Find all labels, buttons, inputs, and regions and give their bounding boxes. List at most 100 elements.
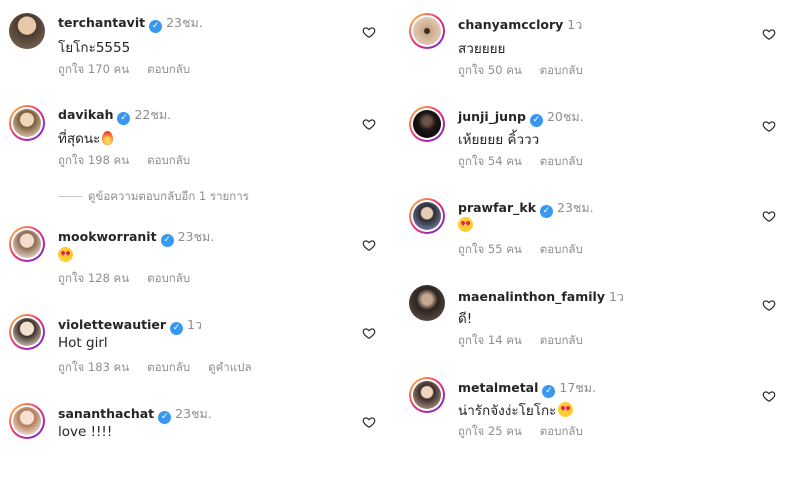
comment-text xyxy=(58,247,73,264)
reply-button[interactable]: ตอบกลับ xyxy=(540,424,583,438)
comment-item: sananthachat ✓ 23ชม. love !!!! xyxy=(0,392,400,482)
comment-text: ที่สุดนะ xyxy=(58,127,114,149)
timestamp: 23ชม. xyxy=(166,15,203,30)
timestamp: 1ว xyxy=(187,317,202,332)
reply-button[interactable]: ตอบกลับ xyxy=(147,153,190,167)
like-heart-icon[interactable] xyxy=(362,117,376,131)
username[interactable]: metalmetal xyxy=(458,380,538,395)
translate-button[interactable]: ดูคำแปล xyxy=(208,360,251,374)
avatar[interactable] xyxy=(409,198,445,234)
like-heart-icon[interactable] xyxy=(762,298,776,312)
likes-count[interactable]: ถูกใจ 170 คน xyxy=(58,62,129,76)
username[interactable]: junji_junp xyxy=(458,109,526,124)
timestamp: 23ชม. xyxy=(557,200,594,215)
comment-text xyxy=(458,217,473,234)
avatar[interactable] xyxy=(9,314,45,350)
timestamp: 22ชม. xyxy=(134,107,172,122)
reply-button[interactable]: ตอบกลับ xyxy=(147,62,190,76)
like-heart-icon[interactable] xyxy=(762,209,776,223)
comment-item: mookworranit ✓ 23ชม. ถูกใจ 128 คน ตอบกลับ xyxy=(0,215,400,305)
avatar-image xyxy=(413,17,441,45)
likes-count[interactable]: ถูกใจ 55 คน xyxy=(458,242,522,256)
like-heart-icon[interactable] xyxy=(762,389,776,403)
like-heart-icon[interactable] xyxy=(362,415,376,429)
avatar[interactable] xyxy=(409,106,445,142)
avatar[interactable] xyxy=(9,226,45,262)
timestamp: 1ว xyxy=(567,17,583,32)
avatar-image xyxy=(9,13,45,49)
avatar-image xyxy=(13,230,41,258)
likes-count[interactable]: ถูกใจ 128 คน xyxy=(58,271,129,285)
comment-item: chanyamcclory 1ว สวยยยย ถูกใจ 50 คน ตอบกลั… xyxy=(400,0,800,90)
comments-column-left: terchantavit ✓ 23ชม. โยโกะ5555 ถูกใจ 170 ค… xyxy=(0,0,400,450)
avatar-image xyxy=(13,109,41,137)
like-heart-icon[interactable] xyxy=(362,326,376,340)
replies-divider xyxy=(58,196,82,197)
comment-text: Hot girl xyxy=(58,335,108,351)
username[interactable]: prawfar_kk xyxy=(458,200,536,215)
avatar[interactable] xyxy=(9,105,45,141)
comment-header: mookworranit ✓ 23ชม. xyxy=(58,227,214,247)
username[interactable]: maenalinthon_family xyxy=(458,289,605,304)
heart-eyes-emoji-icon xyxy=(458,217,473,232)
view-replies-label: ดูข้อความตอบกลับอีก 1 รายการ xyxy=(88,189,249,203)
likes-count[interactable]: ถูกใจ 25 คน xyxy=(458,424,522,438)
likes-count[interactable]: ถูกใจ 183 คน xyxy=(58,360,129,374)
comment-text: เห้ยยยย คิ้ววว xyxy=(458,132,540,148)
avatar-image xyxy=(13,407,41,435)
view-replies-button[interactable]: ดูข้อความตอบกลับอีก 1 รายการ xyxy=(58,188,249,206)
comment-item: metalmetal ✓ 17ชม. น่ารักจังง่ะโยโกะ ถูกใจ… xyxy=(400,368,800,458)
avatar[interactable] xyxy=(409,377,445,413)
avatar[interactable] xyxy=(409,13,445,49)
reply-button[interactable]: ตอบกลับ xyxy=(540,333,583,347)
comment-meta: ถูกใจ 14 คน ตอบกลับ xyxy=(458,332,601,350)
username[interactable]: davikah xyxy=(58,107,113,122)
reply-button[interactable]: ตอบกลับ xyxy=(540,63,583,77)
avatar[interactable] xyxy=(9,13,45,49)
like-heart-icon[interactable] xyxy=(762,27,776,41)
username[interactable]: sananthachat xyxy=(58,406,154,421)
comment-meta: ถูกใจ 183 คน ตอบกลับ ดูคำแปล xyxy=(58,359,270,377)
comment-header: terchantavit ✓ 23ชม. xyxy=(58,13,203,33)
avatar-image xyxy=(413,110,441,138)
verified-badge-icon: ✓ xyxy=(117,112,131,125)
comment-header: violettewautier ✓ 1ว xyxy=(58,315,202,335)
comment-header: davikah ✓ 22ชม. xyxy=(58,105,171,125)
comment-item: junji_junp ✓ 20ชม. เห้ยยยย คิ้ววว ถูกใจ 54… xyxy=(400,95,800,185)
comment-item: prawfar_kk ✓ 23ชม. ถูกใจ 55 คน ตอบกลับ xyxy=(400,190,800,280)
reply-button[interactable]: ตอบกลับ xyxy=(147,360,190,374)
comment-item: davikah ✓ 22ชม. ที่สุดนะ ถูกใจ 198 คน ตอบกล… xyxy=(0,95,400,185)
likes-count[interactable]: ถูกใจ 50 คน xyxy=(458,63,522,77)
comment-text: สวยยยย xyxy=(458,41,506,57)
likes-count[interactable]: ถูกใจ 54 คน xyxy=(458,154,522,168)
reply-button[interactable]: ตอบกลับ xyxy=(540,154,583,168)
verified-badge-icon: ✓ xyxy=(529,114,543,127)
timestamp: 20ชม. xyxy=(546,109,584,124)
username[interactable]: terchantavit xyxy=(58,15,145,30)
avatar[interactable] xyxy=(9,403,45,439)
reply-button[interactable]: ตอบกลับ xyxy=(147,271,190,285)
comment-meta: ถูกใจ 50 คน ตอบกลับ xyxy=(458,62,601,80)
username[interactable]: chanyamcclory xyxy=(458,17,563,32)
comment-item: terchantavit ✓ 23ชม. โยโกะ5555 ถูกใจ 170 ค… xyxy=(0,0,400,90)
username[interactable]: mookworranit xyxy=(58,229,157,244)
comment-header: maenalinthon_family 1ว xyxy=(458,287,624,307)
like-heart-icon[interactable] xyxy=(362,25,376,39)
comment-text: โยโกะ5555 xyxy=(58,40,131,56)
timestamp: 23ชม. xyxy=(175,406,212,421)
avatar-image xyxy=(13,318,41,346)
like-heart-icon[interactable] xyxy=(762,119,776,133)
comment-item: maenalinthon_family 1ว ดี! ถูกใจ 14 คน ตอบ… xyxy=(400,280,800,370)
likes-count[interactable]: ถูกใจ 14 คน xyxy=(458,333,522,347)
like-heart-icon[interactable] xyxy=(362,238,376,252)
fire-emoji-icon xyxy=(102,131,114,145)
comment-text: ดี! xyxy=(458,311,473,327)
verified-badge-icon: ✓ xyxy=(160,234,174,247)
heart-eyes-emoji-icon xyxy=(58,247,73,262)
comment-text: love !!!! xyxy=(58,424,113,440)
username[interactable]: violettewautier xyxy=(58,317,166,332)
likes-count[interactable]: ถูกใจ 198 คน xyxy=(58,153,129,167)
avatar[interactable] xyxy=(409,285,445,321)
reply-button[interactable]: ตอบกลับ xyxy=(540,242,583,256)
comment-meta: ถูกใจ 170 คน ตอบกลับ xyxy=(58,61,208,79)
